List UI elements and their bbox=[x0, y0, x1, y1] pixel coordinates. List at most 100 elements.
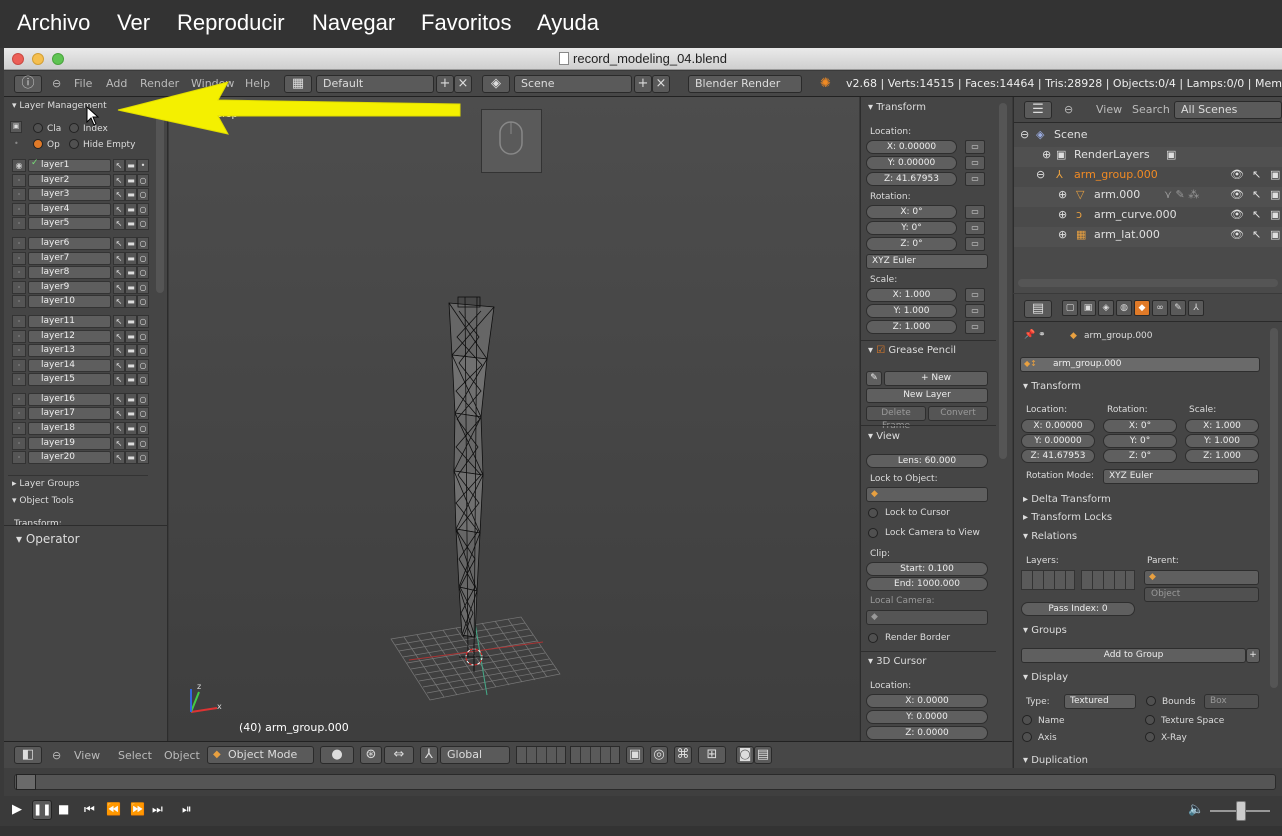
props-rotation-y[interactable]: Y: 0° bbox=[1103, 434, 1177, 448]
modifiers-tab-icon[interactable]: ✎ bbox=[1170, 300, 1186, 316]
visibility-icon[interactable]: · bbox=[12, 266, 26, 279]
layer-row[interactable]: · layer14 ↖ ▬ ○ bbox=[12, 359, 149, 372]
layer-name-field[interactable]: layer10 bbox=[28, 295, 111, 308]
scene-tab-icon[interactable]: ◈ bbox=[1098, 300, 1114, 316]
name-checkbox[interactable] bbox=[1022, 715, 1032, 725]
outliner-item-arm-group[interactable]: arm_group.000 bbox=[1074, 168, 1158, 181]
select-icon[interactable]: ↖ bbox=[113, 315, 125, 328]
layer-row[interactable]: · layer18 ↖ ▬ ○ bbox=[12, 422, 149, 435]
xray-checkbox[interactable] bbox=[1145, 732, 1155, 742]
lock-object-field[interactable]: ◆ bbox=[866, 487, 988, 502]
texture-space-checkbox[interactable] bbox=[1145, 715, 1155, 725]
layer-row[interactable]: ◉ layer1 ↖ ▬ • ✓ bbox=[12, 158, 149, 172]
grease-pencil-header[interactable]: ▾ ☑ Grease Pencil bbox=[868, 345, 956, 356]
horizontal-scrollbar[interactable] bbox=[1018, 279, 1278, 287]
render-still-icon[interactable]: ◙ bbox=[736, 746, 754, 764]
props-scale-x[interactable]: X: 1.000 bbox=[1185, 419, 1259, 433]
layer-row[interactable]: · layer20 ↖ ▬ ○ bbox=[12, 451, 149, 464]
skip-end-icon[interactable]: ⏭ bbox=[152, 802, 163, 817]
props-rotation-x[interactable]: X: 0° bbox=[1103, 419, 1177, 433]
timeline-track[interactable] bbox=[14, 774, 1276, 790]
visibility-icon[interactable]: · bbox=[12, 203, 26, 216]
select-icon[interactable]: ↖ bbox=[113, 266, 125, 279]
orientation-icon[interactable]: ⅄ bbox=[420, 746, 438, 764]
lock-icon[interactable]: ▬ bbox=[125, 188, 137, 201]
layer-dot-icon[interactable]: ○ bbox=[137, 344, 149, 357]
layer-dot-icon[interactable]: ○ bbox=[137, 330, 149, 343]
lock-icon[interactable]: ▭ bbox=[965, 156, 985, 170]
timeline[interactable] bbox=[4, 768, 1282, 796]
visibility-icon[interactable]: ◉ bbox=[12, 159, 26, 172]
volume-slider-handle[interactable] bbox=[1236, 801, 1246, 821]
scale-y-field[interactable]: Y: 1.000 bbox=[866, 304, 957, 318]
layer-dot-icon[interactable]: ○ bbox=[137, 373, 149, 386]
clip-start-field[interactable]: Start: 0.100 bbox=[866, 562, 988, 576]
op-checkbox[interactable] bbox=[33, 139, 43, 149]
visibility-icon[interactable]: · bbox=[12, 422, 26, 435]
menu-file[interactable]: File bbox=[74, 77, 92, 90]
expand-icon[interactable]: ⊖ bbox=[1036, 168, 1045, 181]
lock-icon[interactable]: ▬ bbox=[125, 315, 137, 328]
lock-icon[interactable]: ▬ bbox=[125, 437, 137, 450]
menu-favoritos[interactable]: Favoritos bbox=[421, 10, 511, 36]
pin-icon[interactable]: 📌 ⚭ bbox=[1024, 330, 1046, 340]
volume-icon[interactable]: 🔈 bbox=[1188, 802, 1204, 817]
select-icon[interactable]: ↖ bbox=[113, 237, 125, 250]
layer-row[interactable]: · layer11 ↖ ▬ ○ bbox=[12, 315, 149, 328]
rotation-mode-select[interactable]: XYZ Euler bbox=[866, 254, 988, 269]
pencil-icon[interactable]: ✎ bbox=[866, 371, 882, 386]
lock-icon[interactable]: ▬ bbox=[125, 217, 137, 230]
bounds-type-select[interactable]: Box bbox=[1204, 694, 1259, 709]
layer-row[interactable]: · layer15 ↖ ▬ ○ bbox=[12, 373, 149, 386]
display-type-select[interactable]: Textured bbox=[1064, 694, 1136, 709]
lock-icon[interactable]: ▬ bbox=[125, 344, 137, 357]
add-group-icon[interactable]: + bbox=[1246, 648, 1260, 663]
bounds-checkbox[interactable] bbox=[1146, 696, 1156, 706]
layer-name-field[interactable]: layer18 bbox=[28, 422, 111, 435]
visibility-icon[interactable]: · bbox=[12, 344, 26, 357]
cla-checkbox[interactable] bbox=[33, 123, 43, 133]
select-icon[interactable]: ↖ bbox=[113, 373, 125, 386]
render-icon[interactable]: ▣ bbox=[1270, 208, 1280, 221]
lock-icon[interactable]: ▭ bbox=[965, 320, 985, 334]
world-tab-icon[interactable]: ◍ bbox=[1116, 300, 1132, 316]
layer-row[interactable]: · layer12 ↖ ▬ ○ bbox=[12, 330, 149, 343]
outliner-item-arm-curve[interactable]: arm_curve.000 bbox=[1094, 208, 1177, 221]
visibility-icon[interactable]: · bbox=[12, 451, 26, 464]
clip-end-field[interactable]: End: 1000.000 bbox=[866, 577, 988, 591]
layer-dot-icon[interactable]: ○ bbox=[137, 437, 149, 450]
lock-icon[interactable]: ▭ bbox=[965, 288, 985, 302]
lock-icon[interactable]: ▭ bbox=[965, 304, 985, 318]
lock-icon[interactable]: ▬ bbox=[125, 393, 137, 406]
props-location-z[interactable]: Z: 41.67953 bbox=[1021, 449, 1095, 463]
rotation-z-field[interactable]: Z: 0° bbox=[866, 237, 957, 251]
select-icon[interactable]: ↖ bbox=[113, 393, 125, 406]
play-icon[interactable]: ▶ bbox=[12, 802, 22, 817]
duplication-header[interactable]: ▾ Duplication bbox=[1023, 755, 1088, 766]
stop-icon[interactable]: ■ bbox=[58, 802, 69, 816]
layer-row[interactable]: · layer2 ↖ ▬ ○ bbox=[12, 174, 149, 187]
proportional-edit-icon[interactable]: ◎ bbox=[650, 746, 668, 764]
expand-icon[interactable]: ⊖ bbox=[1020, 128, 1029, 141]
scrollbar[interactable] bbox=[999, 103, 1007, 459]
visibility-icon[interactable]: · bbox=[12, 188, 26, 201]
lock-icon[interactable]: ▬ bbox=[125, 407, 137, 420]
menu-reproducir[interactable]: Reproducir bbox=[177, 10, 285, 36]
layer-row[interactable]: · layer13 ↖ ▬ ○ bbox=[12, 344, 149, 357]
collapse-icon[interactable]: ⊖ bbox=[52, 77, 61, 90]
layer-dot-icon[interactable]: ○ bbox=[137, 174, 149, 187]
layer-buttons-b[interactable] bbox=[570, 746, 620, 764]
vp-select-menu[interactable]: Select bbox=[118, 749, 152, 762]
constraints-tab-icon[interactable]: ∞ bbox=[1152, 300, 1168, 316]
eye-icon[interactable]: 👁 bbox=[1230, 188, 1244, 201]
cursor-y-field[interactable]: Y: 0.0000 bbox=[866, 710, 988, 724]
select-icon[interactable]: ↖ bbox=[113, 451, 125, 464]
info-editor-type-icon[interactable]: ⓘ bbox=[14, 75, 42, 93]
props-scale-y[interactable]: Y: 1.000 bbox=[1185, 434, 1259, 448]
display-header[interactable]: ▾ Display bbox=[1023, 672, 1068, 683]
lock-layers-icon[interactable]: ▣ bbox=[626, 746, 644, 764]
select-icon[interactable]: ↖ bbox=[113, 281, 125, 294]
expand-icon[interactable]: ⊕ bbox=[1058, 188, 1067, 201]
layer-dot-icon[interactable]: ○ bbox=[137, 203, 149, 216]
select-icon[interactable]: ↖ bbox=[113, 217, 125, 230]
